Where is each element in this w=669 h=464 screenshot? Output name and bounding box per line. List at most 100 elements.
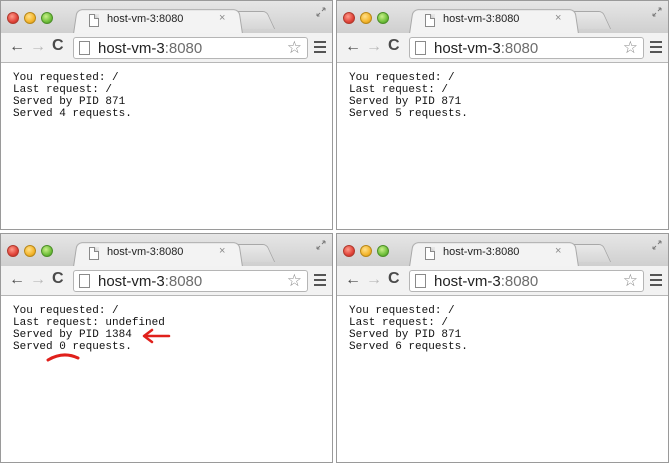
back-icon[interactable]: ← [9, 272, 25, 288]
fullscreen-icon[interactable] [316, 240, 326, 250]
served-count-line: Served 6 requests. [349, 341, 468, 353]
tab-content[interactable]: host-vm-3:8080 × [417, 9, 573, 33]
reload-icon[interactable]: C [52, 38, 64, 54]
browser-window-top-left: host-vm-3:8080 × ← → C host-vm-3:8080 ☆ … [0, 0, 333, 230]
url-text[interactable]: host-vm-3:8080 [434, 40, 538, 57]
requested-line: You requested: / [13, 305, 119, 317]
browser-window-top-right: host-vm-3:8080 × ← → C host-vm-3:8080 ☆ … [336, 0, 669, 230]
page-icon [425, 247, 435, 260]
reload-icon[interactable]: C [388, 38, 400, 54]
pid-line: Served by PID 1384 [13, 329, 132, 341]
url-port: :8080 [500, 40, 539, 57]
tab-close-icon[interactable]: × [219, 12, 225, 24]
close-window-button[interactable] [343, 245, 355, 257]
url-port: :8080 [164, 40, 203, 57]
forward-icon[interactable]: → [30, 39, 46, 55]
address-bar[interactable]: host-vm-3:8080 ☆ [409, 37, 644, 59]
zoom-window-button[interactable] [41, 245, 53, 257]
back-icon[interactable]: ← [345, 272, 361, 288]
served-count-line: Served 5 requests. [349, 108, 468, 120]
bookmark-star-icon[interactable]: ☆ [287, 38, 302, 58]
url-port: :8080 [164, 273, 203, 290]
url-text[interactable]: host-vm-3:8080 [98, 40, 202, 57]
zoom-window-button[interactable] [41, 12, 53, 24]
title-bar: host-vm-3:8080 × [1, 1, 332, 35]
hamburger-menu-icon[interactable] [650, 41, 662, 53]
tab-close-icon[interactable]: × [219, 245, 225, 257]
tab-close-icon[interactable]: × [555, 245, 561, 257]
address-bar[interactable]: host-vm-3:8080 ☆ [73, 270, 308, 292]
annotation-underline-icon [46, 353, 80, 362]
zoom-window-button[interactable] [377, 245, 389, 257]
url-host: host-vm-3 [98, 273, 165, 290]
minimize-window-button[interactable] [360, 245, 372, 257]
close-window-button[interactable] [7, 245, 19, 257]
forward-icon[interactable]: → [30, 272, 46, 288]
tab-close-icon[interactable]: × [555, 12, 561, 24]
browser-window-bottom-right: host-vm-3:8080 × ← → C host-vm-3:8080 ☆ … [336, 233, 669, 463]
pid-line: Served by PID 871 [13, 96, 126, 108]
last-request-line: Last request: undefined [13, 317, 165, 329]
requested-line: You requested: / [349, 72, 455, 84]
page-icon [89, 247, 99, 260]
back-icon[interactable]: ← [9, 39, 25, 55]
hamburger-menu-icon[interactable] [314, 274, 326, 286]
reload-icon[interactable]: C [52, 271, 64, 287]
page-content: You requested: / Last request: / Served … [337, 297, 668, 462]
toolbar: ← → C host-vm-3:8080 ☆ [337, 266, 668, 296]
bookmark-star-icon[interactable]: ☆ [623, 271, 638, 291]
url-host: host-vm-3 [434, 273, 501, 290]
page-content: You requested: / Last request: / Served … [1, 64, 332, 229]
annotation-arrow-icon [142, 328, 171, 344]
tab-title: host-vm-3:8080 [107, 246, 184, 258]
back-icon[interactable]: ← [345, 39, 361, 55]
last-request-line: Last request: / [349, 84, 449, 96]
fullscreen-icon[interactable] [316, 7, 326, 17]
minimize-window-button[interactable] [360, 12, 372, 24]
url-text[interactable]: host-vm-3:8080 [98, 273, 202, 290]
page-icon [79, 41, 90, 55]
minimize-window-button[interactable] [24, 245, 36, 257]
fullscreen-icon[interactable] [652, 7, 662, 17]
title-bar: host-vm-3:8080 × [337, 234, 668, 267]
url-port: :8080 [500, 273, 539, 290]
page-icon [79, 274, 90, 288]
last-request-line: Last request: / [349, 317, 449, 329]
tab-content[interactable]: host-vm-3:8080 × [81, 9, 237, 33]
close-window-button[interactable] [343, 12, 355, 24]
bookmark-star-icon[interactable]: ☆ [287, 271, 302, 291]
minimize-window-button[interactable] [24, 12, 36, 24]
toolbar: ← → C host-vm-3:8080 ☆ [337, 33, 668, 63]
browser-window-bottom-left: host-vm-3:8080 × ← → C host-vm-3:8080 ☆ … [0, 233, 333, 463]
hamburger-menu-icon[interactable] [314, 41, 326, 53]
last-request-line: Last request: / [13, 84, 113, 96]
page-content: You requested: / Last request: undefined… [1, 297, 332, 462]
url-host: host-vm-3 [98, 40, 165, 57]
tab-title: host-vm-3:8080 [443, 246, 520, 258]
requested-line: You requested: / [349, 305, 455, 317]
title-bar: host-vm-3:8080 × [1, 234, 332, 267]
tab-title: host-vm-3:8080 [107, 13, 184, 25]
bookmark-star-icon[interactable]: ☆ [623, 38, 638, 58]
requested-line: You requested: / [13, 72, 119, 84]
served-count-line: Served 4 requests. [13, 108, 132, 120]
fullscreen-icon[interactable] [652, 240, 662, 250]
zoom-window-button[interactable] [377, 12, 389, 24]
url-text[interactable]: host-vm-3:8080 [434, 273, 538, 290]
forward-icon[interactable]: → [366, 39, 382, 55]
reload-icon[interactable]: C [388, 271, 400, 287]
address-bar[interactable]: host-vm-3:8080 ☆ [73, 37, 308, 59]
close-window-button[interactable] [7, 12, 19, 24]
tab-title: host-vm-3:8080 [443, 13, 520, 25]
forward-icon[interactable]: → [366, 272, 382, 288]
hamburger-menu-icon[interactable] [650, 274, 662, 286]
tab-content[interactable]: host-vm-3:8080 × [81, 242, 237, 266]
toolbar: ← → C host-vm-3:8080 ☆ [1, 33, 332, 63]
address-bar[interactable]: host-vm-3:8080 ☆ [409, 270, 644, 292]
page-icon [425, 14, 435, 27]
page-icon [89, 14, 99, 27]
page-icon [415, 274, 426, 288]
toolbar: ← → C host-vm-3:8080 ☆ [1, 266, 332, 296]
tab-content[interactable]: host-vm-3:8080 × [417, 242, 573, 266]
url-host: host-vm-3 [434, 40, 501, 57]
